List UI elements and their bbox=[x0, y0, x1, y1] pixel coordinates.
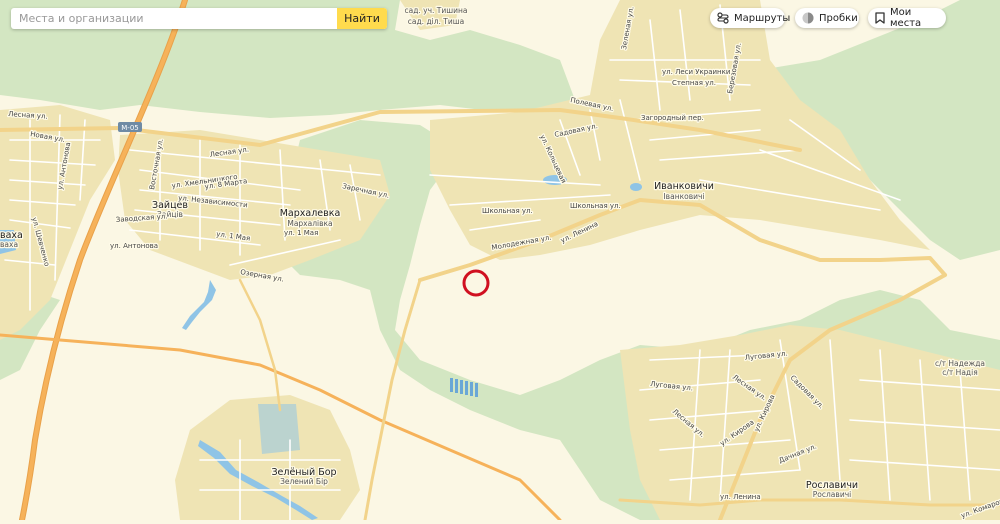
pond-center bbox=[630, 183, 642, 191]
highway-shield: М-05 bbox=[118, 122, 142, 132]
label-ivankovichi-ua: Іванковичі bbox=[663, 192, 704, 201]
map-canvas[interactable]: М-05 сад. уч. Тишина сад. діл. Тиша Марх… bbox=[0, 0, 1000, 523]
label-roslavichi-ua: Рославичі bbox=[813, 490, 851, 499]
search-button[interactable]: Найти bbox=[337, 8, 387, 29]
label-garden-tishina-ru: сад. уч. Тишина bbox=[404, 6, 467, 15]
my-places-label: Мои места bbox=[890, 7, 922, 29]
svg-text:М-05: М-05 bbox=[121, 124, 138, 132]
my-places-button[interactable]: Мои места bbox=[868, 7, 946, 29]
street-may1b: ул. 1 Мая bbox=[284, 229, 318, 237]
label-nadezhda-ru: с/т Надежда bbox=[935, 359, 985, 368]
routes-button[interactable]: Маршруты bbox=[710, 8, 790, 28]
traffic-light-icon bbox=[802, 12, 814, 24]
label-zeleny-bor-ua: Зелений Бір bbox=[280, 477, 328, 486]
label-ivankovichi-ru: Иванковичи bbox=[654, 181, 714, 192]
traffic-button[interactable]: Пробки bbox=[795, 8, 859, 28]
street-shkolnaya-1: Школьная ул. bbox=[482, 207, 533, 215]
traffic-label: Пробки bbox=[819, 12, 858, 24]
label-garden-tishina-ua: сад. діл. Тиша bbox=[408, 17, 464, 26]
street-shkolnaya-2: Школьная ул. bbox=[570, 202, 621, 210]
search-input[interactable] bbox=[11, 8, 337, 29]
street-stepnaya: Степная ул. bbox=[672, 79, 716, 87]
street-lenina-bottom: ул. Ленина bbox=[720, 493, 761, 501]
lake-zeleny-bor bbox=[258, 404, 300, 454]
label-vakha-sub: ваха bbox=[0, 240, 18, 249]
route-icon bbox=[717, 12, 729, 24]
street-zagorodny: Загородный пер. bbox=[641, 114, 704, 122]
bookmark-icon bbox=[875, 12, 885, 24]
label-marhalevka-ru: Мархалевка bbox=[280, 208, 341, 219]
street-lesi-ukrainki: ул. Леси Украинки bbox=[662, 68, 730, 76]
street-antonova: ул. Антонова bbox=[110, 242, 158, 250]
routes-label: Маршруты bbox=[734, 12, 791, 24]
map-svg[interactable]: М-05 сад. уч. Тишина сад. діл. Тиша Марх… bbox=[0, 0, 1000, 523]
search-bar: Найти bbox=[11, 8, 387, 29]
label-marhalevka-ua: Мархалівка bbox=[287, 219, 332, 228]
label-nadezhda-ua: с/т Надія bbox=[942, 368, 977, 377]
